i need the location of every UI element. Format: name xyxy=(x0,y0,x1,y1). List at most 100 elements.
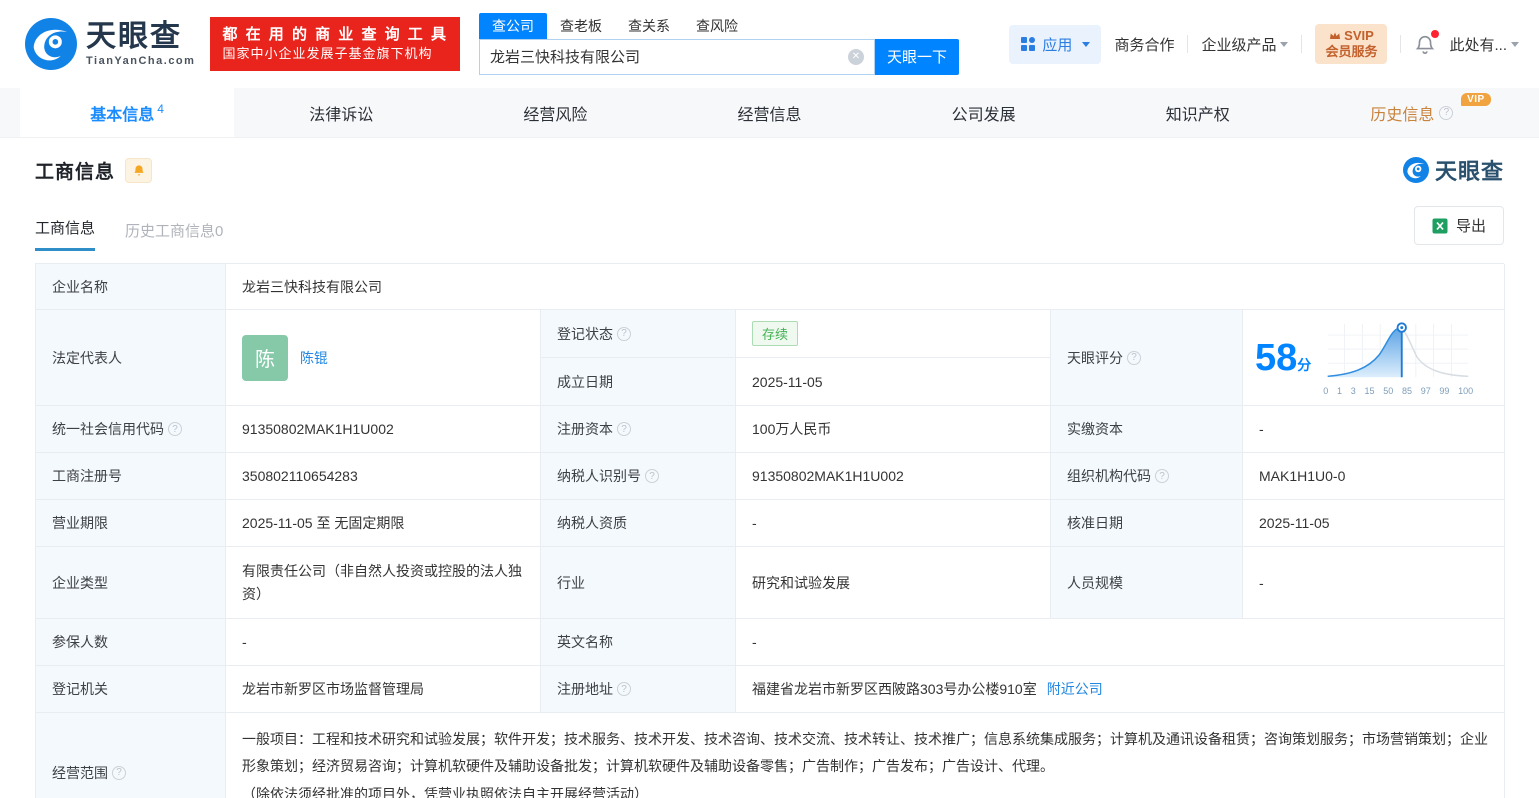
brand-domain: TianYanCha.com xyxy=(86,54,196,67)
company-tabbar: 基本信息 4 法律诉讼 经营风险 经营信息 公司发展 知识产权 VIP 历史信息 xyxy=(0,88,1539,138)
reg-number-label: 工商注册号 xyxy=(36,453,226,500)
search-clear-icon[interactable] xyxy=(847,48,864,65)
score-value: 58分 0 1 3 15 50 85 97 99 100 xyxy=(1243,310,1505,406)
paid-capital-value: - xyxy=(1243,406,1505,453)
company-type-value: 有限责任公司（非自然人投资或控股的法人独资） xyxy=(226,547,541,619)
account-label: 此处有... xyxy=(1449,36,1507,54)
notification-dot xyxy=(1431,30,1440,38)
reg-address-label: 注册地址 xyxy=(541,666,736,713)
reg-capital-value: 100万人民币 xyxy=(736,406,1051,453)
score-label: 天眼评分 xyxy=(1051,310,1243,406)
business-scope-note: （除依法须经批准的项目外，凭营业执照依法自主开展经营活动） xyxy=(242,785,648,798)
company-name-label: 企业名称 xyxy=(36,264,226,310)
insured-count-value: - xyxy=(226,619,541,666)
apps-menu-button[interactable]: 应用 xyxy=(1009,24,1102,64)
tab-company-development[interactable]: 公司发展 xyxy=(877,88,1091,137)
search-tab-boss[interactable]: 查老板 xyxy=(547,13,615,39)
search-input[interactable] xyxy=(478,38,875,75)
divider xyxy=(1187,35,1189,53)
help-icon[interactable] xyxy=(1155,469,1169,483)
help-icon[interactable] xyxy=(1439,105,1454,120)
slogan-line1: 都 在 用 的 商 业 查 询 工 具 xyxy=(222,25,448,43)
company-type-label: 企业类型 xyxy=(36,547,226,619)
search-tab-risk[interactable]: 查风险 xyxy=(683,13,751,39)
divider xyxy=(1301,35,1303,53)
reg-authority-label: 登记机关 xyxy=(36,666,226,713)
watermark-text: 天眼查 xyxy=(1434,159,1504,184)
english-name-label: 英文名称 xyxy=(541,619,736,666)
bell-badge-icon xyxy=(133,165,144,176)
account-menu[interactable]: 此处有... xyxy=(1449,34,1519,55)
help-icon[interactable] xyxy=(617,326,631,341)
reg-number-value: 350802110654283 xyxy=(226,453,541,500)
org-code-value: MAK1H1U0-0 xyxy=(1243,453,1505,500)
export-button[interactable]: 导出 xyxy=(1413,206,1504,245)
business-term-label: 营业期限 xyxy=(36,500,226,547)
top-header: 天眼查 TianYanCha.com 都 在 用 的 商 业 查 询 工 具 国… xyxy=(0,0,1539,88)
help-icon[interactable] xyxy=(645,469,659,483)
monitor-bell-button[interactable] xyxy=(125,157,153,183)
tab-intellectual-property[interactable]: 知识产权 xyxy=(1091,88,1305,137)
tab-legal-proceedings[interactable]: 法律诉讼 xyxy=(234,88,448,137)
taxpayer-id-value: 91350802MAK1H1U002 xyxy=(736,453,1051,500)
help-icon[interactable] xyxy=(617,682,631,696)
subtab-business-info[interactable]: 工商信息 xyxy=(35,217,96,251)
subtab-history-business-info[interactable]: 历史工商信息0 xyxy=(125,220,223,251)
vip-badge: VIP xyxy=(1461,93,1491,106)
chevron-down-icon xyxy=(1082,41,1091,47)
nav-cooperation[interactable]: 商务合作 xyxy=(1114,34,1174,55)
notifications-button[interactable] xyxy=(1414,30,1440,55)
taxpayer-id-label: 纳税人识别号 xyxy=(541,453,736,500)
score-curve-chart: 01 3 15 50 85 97 99 100 xyxy=(1323,320,1473,396)
tianyancha-logo-icon xyxy=(25,18,77,70)
avatar[interactable]: 陈 xyxy=(242,334,288,381)
brand-name: 天眼查 xyxy=(86,19,182,53)
legal-rep-value: 陈 陈锟 xyxy=(226,310,541,406)
help-icon[interactable] xyxy=(1127,350,1141,365)
slogan-line2: 国家中小企业发展子基金旗下机构 xyxy=(222,46,433,62)
tab-basic-info[interactable]: 基本信息 4 xyxy=(20,88,235,137)
industry-value: 研究和试验发展 xyxy=(736,547,1051,619)
help-icon[interactable] xyxy=(617,422,631,436)
tab-operating-info[interactable]: 经营信息 xyxy=(662,88,876,137)
chevron-down-icon xyxy=(1280,41,1289,47)
apps-grid-icon xyxy=(1021,37,1036,51)
status-badge: 存续 xyxy=(752,321,799,346)
company-name-value: 龙岩三快科技有限公司 xyxy=(226,264,1505,310)
nav-enterprise-products[interactable]: 企业级产品 xyxy=(1201,34,1289,55)
help-icon[interactable] xyxy=(168,422,182,436)
svip-member-button[interactable]: SVIP 会员服务 xyxy=(1315,23,1388,65)
english-name-value: - xyxy=(736,619,1505,666)
search-area: 查公司 查老板 查关系 查风险 天眼一下 xyxy=(478,12,959,75)
business-term-value: 2025-11-05 至 无固定期限 xyxy=(226,500,541,547)
legal-rep-link[interactable]: 陈锟 xyxy=(300,348,328,368)
credit-code-label: 统一社会信用代码 xyxy=(36,406,226,453)
search-button[interactable]: 天眼一下 xyxy=(874,38,959,75)
reg-authority-value: 龙岩市新罗区市场监督管理局 xyxy=(226,666,541,713)
est-date-label: 成立日期 xyxy=(541,358,736,406)
score-number: 58 xyxy=(1255,336,1298,379)
crown-icon xyxy=(1330,32,1341,39)
business-scope-value: 一般项目：工程和技术研究和试验发展；软件开发；技术服务、技术开发、技术咨询、技术… xyxy=(226,713,1505,798)
search-tab-relation[interactable]: 查关系 xyxy=(615,13,683,39)
nearby-companies-link[interactable]: 附近公司 xyxy=(1047,679,1103,699)
business-info-table: 企业名称 龙岩三快科技有限公司 法定代表人 陈 陈锟 登记状态 存续 成立日期 … xyxy=(35,263,1505,798)
svip-label-bottom: 会员服务 xyxy=(1325,44,1378,59)
approval-date-value: 2025-11-05 xyxy=(1243,500,1505,547)
credit-code-value: 91350802MAK1H1U002 xyxy=(226,406,541,453)
score-chart-ticks: 01 3 15 50 85 97 99 100 xyxy=(1323,385,1474,396)
taxpayer-qualification-label: 纳税人资质 xyxy=(541,500,736,547)
tab-operating-risk[interactable]: 经营风险 xyxy=(448,88,662,137)
reg-status-value: 存续 xyxy=(736,310,1051,358)
tianyancha-logo[interactable]: 天眼查 TianYanCha.com xyxy=(25,18,195,70)
chevron-down-icon xyxy=(1511,41,1519,47)
excel-icon xyxy=(1432,218,1448,233)
divider xyxy=(1400,35,1402,53)
org-code-label: 组织机构代码 xyxy=(1051,453,1243,500)
help-icon[interactable] xyxy=(112,765,126,780)
tab-history-info[interactable]: VIP 历史信息 xyxy=(1305,88,1519,137)
est-date-value: 2025-11-05 xyxy=(736,358,1051,406)
apps-label: 应用 xyxy=(1042,36,1073,54)
top-nav: 应用 商务合作 企业级产品 SVIP 会员服务 此处有... xyxy=(1009,23,1519,65)
search-tab-company[interactable]: 查公司 xyxy=(478,12,547,39)
